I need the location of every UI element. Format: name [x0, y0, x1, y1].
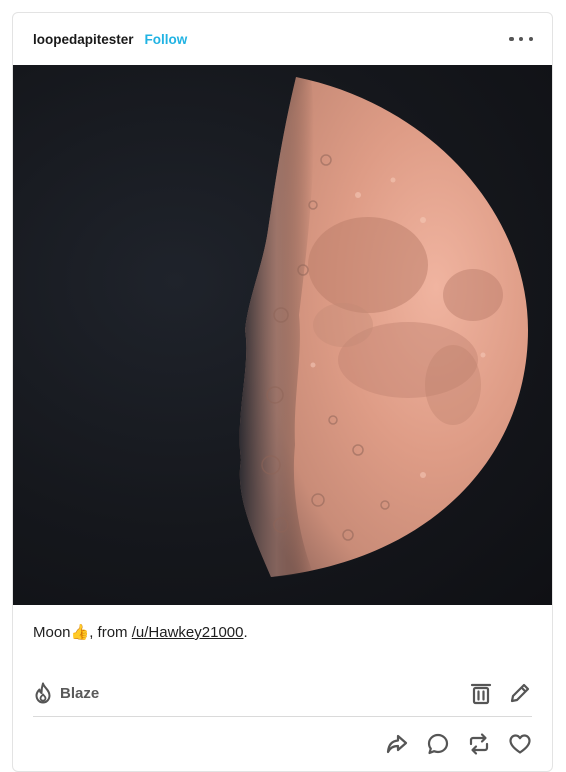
heart-icon	[509, 734, 531, 754]
more-options-icon[interactable]	[509, 31, 533, 47]
share-button[interactable]	[385, 732, 409, 756]
thumbs-up-emoji: 👍	[70, 624, 90, 641]
post-card: loopedapitester Follow Moon👍, from /u/Ha…	[12, 12, 553, 772]
post-header: loopedapitester Follow	[13, 13, 552, 65]
share-icon	[386, 734, 408, 754]
post-author[interactable]: loopedapitester	[33, 32, 134, 47]
post-owner-actions: Blaze	[33, 679, 532, 707]
blaze-button[interactable]: Blaze	[33, 682, 99, 704]
actions-divider	[33, 716, 532, 717]
delete-button[interactable]	[470, 681, 492, 705]
like-button[interactable]	[508, 732, 532, 756]
follow-button[interactable]: Follow	[145, 32, 188, 47]
caption-text-end: .	[243, 624, 248, 641]
post-image	[13, 65, 552, 605]
flame-icon	[35, 682, 51, 704]
comment-icon	[427, 733, 449, 755]
caption-text-middle: , from	[89, 624, 132, 641]
caption-text: Moon	[33, 624, 71, 641]
reply-button[interactable]	[426, 732, 450, 756]
trash-icon	[470, 683, 492, 705]
reblog-button[interactable]	[467, 732, 491, 756]
source-user-link[interactable]: /u/Hawkey21000	[132, 624, 244, 641]
blaze-label: Blaze	[60, 684, 100, 702]
post-caption: Moon👍, from /u/Hawkey21000.	[33, 623, 248, 641]
reblog-icon	[469, 733, 489, 755]
edit-button[interactable]	[508, 681, 532, 705]
post-engagement-actions	[385, 730, 532, 758]
pencil-icon	[510, 683, 530, 703]
moon-photo	[239, 77, 528, 577]
